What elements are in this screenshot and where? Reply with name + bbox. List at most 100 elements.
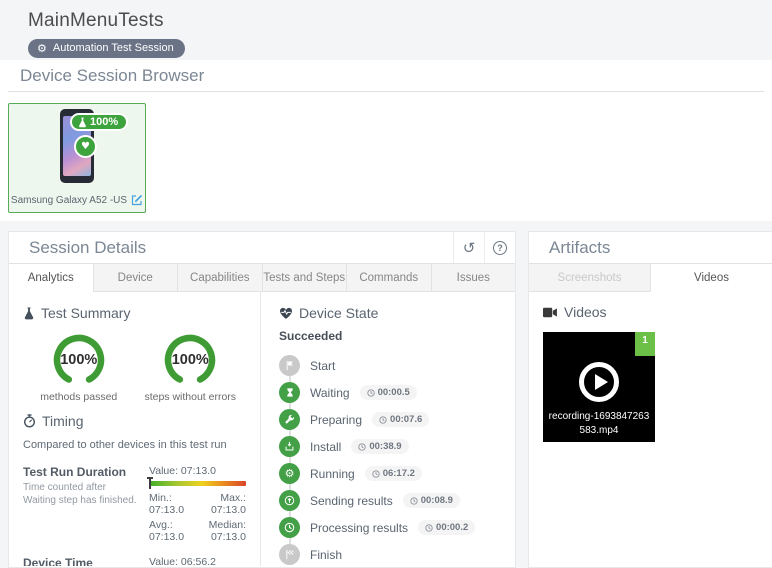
timeline-step-waiting: Waiting 00:00.5 xyxy=(279,382,501,403)
heart-icon: ♥ xyxy=(81,141,90,152)
upload-icon xyxy=(279,490,300,511)
step-duration-badge: 00:08.9 xyxy=(402,493,460,508)
metric-max: Max.: 07:13.0 xyxy=(210,491,246,516)
timing-note: Compared to other devices in this test r… xyxy=(23,438,227,451)
tab-commands[interactable]: Commands xyxy=(346,264,432,292)
tab-tests-and-steps[interactable]: Tests and Steps xyxy=(261,264,347,292)
gauge-methods-passed: 100% methods passed xyxy=(31,331,127,405)
gears-icon: ⚙ xyxy=(37,41,47,55)
help-icon: ? xyxy=(493,240,507,255)
device-session-browser-title: Device Session Browser xyxy=(20,65,205,85)
tab-capabilities[interactable]: Capabilities xyxy=(177,264,263,292)
gauge-value: 100% xyxy=(60,352,98,368)
page-header: MainMenuTests ⚙ Automation Test Session xyxy=(0,0,772,60)
metric-name: Test Run Duration xyxy=(23,464,127,479)
session-details-panel: Session Details ↺ ? Analytics Device Cap… xyxy=(8,231,516,568)
clock-icon xyxy=(372,469,380,478)
metric-avg: Avg.: 07:13.0 xyxy=(149,518,185,543)
checkered-flag-icon xyxy=(279,544,300,565)
gauge-value: 100% xyxy=(171,352,209,368)
step-duration-badge: 06:17.2 xyxy=(364,466,422,481)
metric-range-bar xyxy=(147,476,246,489)
play-icon[interactable] xyxy=(579,362,619,402)
tab-issues[interactable]: Issues xyxy=(430,264,515,292)
video-filename: recording-1693847263583.mp4 xyxy=(548,411,650,436)
videos-section-title: Videos xyxy=(564,304,607,320)
video-camera-icon xyxy=(543,307,557,317)
flask-icon xyxy=(24,306,34,319)
timeline-step-preparing: Preparing 00:07.6 xyxy=(279,409,501,430)
clock-icon xyxy=(279,517,300,538)
timeline-step-finish: Finish xyxy=(279,544,501,565)
page-title: MainMenuTests xyxy=(28,10,164,31)
metric-description: Time counted after Waiting step has fini… xyxy=(23,481,137,506)
device-state-status: Succeeded xyxy=(279,329,343,343)
metric-value: Value: 07:13.0 xyxy=(149,464,216,477)
tab-screenshots[interactable]: Screenshots xyxy=(529,264,651,292)
session-type-badge-label: Automation Test Session xyxy=(52,42,174,54)
step-label: Start xyxy=(310,358,336,373)
stopwatch-icon xyxy=(23,413,36,428)
step-label: Running xyxy=(310,466,355,481)
session-details-tabs: Analytics Device Capabilities Tests and … xyxy=(9,264,515,292)
videos-section-header: Videos xyxy=(543,304,758,320)
timeline-step-processing-results: Processing results 00:00.2 xyxy=(279,517,501,538)
session-details-title: Session Details xyxy=(29,237,147,257)
step-duration-badge: 00:38.9 xyxy=(351,439,409,454)
device-state-title: Device State xyxy=(299,305,379,321)
tab-device[interactable]: Device xyxy=(92,264,178,292)
gauges: 100% methods passed 100% steps without e… xyxy=(23,331,246,405)
step-duration-badge: 00:07.6 xyxy=(372,412,430,427)
help-button[interactable]: ? xyxy=(484,232,515,263)
device-state-timeline: Start Waiting 00:00.5 Preparing 00:07.6 … xyxy=(279,355,501,565)
artifacts-panel: Artifacts Screenshots Videos Videos 1 re… xyxy=(528,231,772,568)
metric-value: Value: 06:56.2 xyxy=(149,555,216,566)
flag-icon xyxy=(279,355,300,376)
metric-test-run-duration: Test Run Duration Time counted after Wai… xyxy=(23,465,246,543)
heart-pulse-icon xyxy=(280,307,292,319)
edit-icon[interactable] xyxy=(131,194,143,206)
timeline-step-sending-results: Sending results 00:08.9 xyxy=(279,490,501,511)
step-duration-badge: 00:00.5 xyxy=(359,385,417,400)
wrench-icon xyxy=(279,409,300,430)
clock-icon xyxy=(366,388,375,397)
clock-icon xyxy=(358,442,366,451)
device-health-badge: ♥ xyxy=(74,135,97,158)
video-thumbnail[interactable]: 1 recording-1693847263583.mp4 xyxy=(543,332,655,442)
timing-header: Timing xyxy=(23,413,246,429)
device-card[interactable]: 100% ♥ Samsung Galaxy A52 -US xyxy=(8,103,146,213)
refresh-button[interactable]: ↺ xyxy=(453,232,484,263)
metric-marker xyxy=(147,476,153,489)
timing-title: Timing xyxy=(42,412,84,429)
metric-median: Median: 07:13.0 xyxy=(208,518,246,543)
step-label: Sending results xyxy=(310,493,393,508)
flask-icon xyxy=(79,117,86,127)
tab-videos[interactable]: Videos xyxy=(650,264,772,292)
metric-device-time: Device Time Summed duration of steps dur… xyxy=(23,556,246,566)
metric-min: Min.: 07:13.0 xyxy=(149,491,185,516)
session-type-badge: ⚙ Automation Test Session xyxy=(28,39,185,58)
gauge-label: steps without errors xyxy=(144,391,237,403)
test-summary-header: Test Summary xyxy=(23,305,246,321)
step-label: Finish xyxy=(310,547,343,562)
timeline-step-start: Start xyxy=(279,355,501,376)
device-state-column: Device State Succeeded Start Waiting 00:… xyxy=(261,292,515,566)
tab-analytics[interactable]: Analytics xyxy=(9,264,94,292)
undo-icon: ↺ xyxy=(462,238,476,257)
video-count-badge: 1 xyxy=(635,332,655,356)
artifacts-title: Artifacts xyxy=(549,237,611,257)
install-icon xyxy=(279,436,300,457)
gears-icon: ⚙ xyxy=(279,463,300,484)
device-state-header: Device State xyxy=(279,305,501,321)
step-label: Preparing xyxy=(310,412,363,427)
artifacts-tabs: Screenshots Videos xyxy=(529,264,772,292)
timeline-step-running: ⚙ Running 06:17.2 xyxy=(279,463,501,484)
metric-name: Device Time xyxy=(23,555,93,566)
step-label: Install xyxy=(310,439,342,454)
gauge-label: methods passed xyxy=(40,391,118,403)
test-summary-title: Test Summary xyxy=(41,305,131,321)
clock-icon xyxy=(425,523,433,532)
clock-icon xyxy=(379,415,387,424)
device-name: Samsung Galaxy A52 -US xyxy=(10,194,128,206)
hourglass-icon xyxy=(279,382,300,403)
